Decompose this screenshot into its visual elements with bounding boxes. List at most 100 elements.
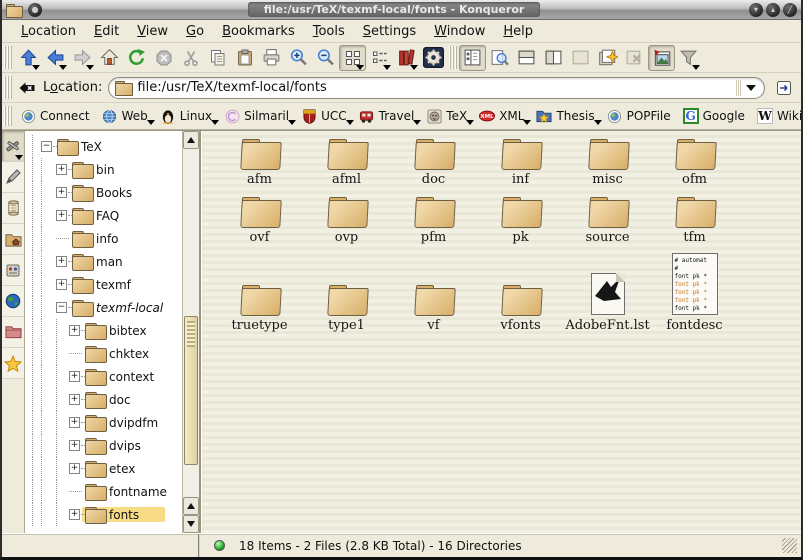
bookmark-thesis[interactable]: Thesis	[531, 106, 601, 126]
expand-icon[interactable]: +	[69, 509, 80, 520]
tree-item-books[interactable]: +Books	[25, 181, 182, 204]
expand-icon[interactable]: +	[56, 210, 67, 221]
sidebar-bookmark-star-button[interactable]	[2, 348, 24, 379]
menu-go[interactable]: Go	[177, 22, 213, 41]
tree-item-etex[interactable]: +etex	[25, 457, 182, 480]
bookmark-travel[interactable]: Travel	[354, 106, 422, 126]
tree-item-fontname[interactable]: fontname	[25, 480, 182, 503]
expand-icon[interactable]: +	[69, 463, 80, 474]
maximize-button[interactable]: ▴	[766, 3, 780, 17]
toolbar-handle[interactable]	[4, 76, 12, 99]
sidebar-toggle-button[interactable]	[459, 45, 486, 71]
bookmarks-books-button[interactable]	[393, 45, 420, 71]
folder-type1[interactable]: type1	[303, 285, 390, 333]
find-file-button[interactable]	[486, 45, 513, 71]
menu-edit[interactable]: Edit	[85, 22, 128, 41]
location-value[interactable]: file:/usr/TeX/texmf-local/fonts	[137, 80, 732, 95]
expand-icon[interactable]: +	[69, 371, 80, 382]
tree-item-dvips[interactable]: +dvips	[25, 434, 182, 457]
expand-icon[interactable]: +	[69, 417, 80, 428]
tree-item-man[interactable]: +man	[25, 250, 182, 273]
menu-location[interactable]: Location	[12, 22, 85, 41]
expand-icon[interactable]: +	[56, 256, 67, 267]
folder-inf[interactable]: inf	[477, 139, 564, 187]
file-fontdesc[interactable]: # automat # font pk * font pk * font pk …	[651, 253, 738, 333]
toolbar-handle[interactable]	[4, 46, 12, 69]
tree-item-dvipdfm[interactable]: +dvipdfm	[25, 411, 182, 434]
zoom-out-button[interactable]	[312, 45, 339, 71]
tree-item-chktex[interactable]: chktex	[25, 342, 182, 365]
sidebar-home-button[interactable]	[2, 224, 24, 255]
tree-item-faq[interactable]: +FAQ	[25, 204, 182, 227]
folder-tfm[interactable]: tfm	[651, 197, 738, 245]
reload-button[interactable]	[123, 45, 150, 71]
expand-icon[interactable]: +	[69, 440, 80, 451]
zoom-in-button[interactable]	[285, 45, 312, 71]
menu-view[interactable]: View	[128, 22, 177, 41]
tree-item-bin[interactable]: +bin	[25, 158, 182, 181]
bookmark-web[interactable]: Web	[97, 106, 155, 126]
folder-source[interactable]: source	[564, 197, 651, 245]
split-top-bottom-button[interactable]	[513, 45, 540, 71]
folder-afm[interactable]: afm	[216, 139, 303, 187]
file-adobefnt[interactable]: AdobeFnt.lst	[564, 273, 651, 333]
folder-ovp[interactable]: ovp	[303, 197, 390, 245]
sidebar-history-button[interactable]	[2, 193, 24, 224]
folder-vf[interactable]: vf	[390, 285, 477, 333]
file-icon-view[interactable]: afm afml doc inf misc ofm ovf ovp pfm pk…	[201, 131, 801, 533]
toolbar-handle[interactable]	[4, 106, 12, 126]
bookmark-google[interactable]: GGoogle	[678, 106, 752, 126]
window-folder-icon[interactable]	[6, 4, 21, 16]
expand-icon[interactable]: +	[69, 394, 80, 405]
bookmark-connect[interactable]: Connect	[15, 106, 97, 126]
folder-pk[interactable]: pk	[477, 197, 564, 245]
tree-item-fonts-selected[interactable]: +fonts	[25, 503, 182, 526]
close-button[interactable]: ╱	[783, 3, 797, 17]
filter-button[interactable]	[675, 45, 702, 71]
combo-dropdown-icon[interactable]	[746, 85, 756, 91]
collapse-icon[interactable]: −	[41, 141, 52, 152]
expand-icon[interactable]: +	[56, 164, 67, 175]
image-preview-button[interactable]	[648, 45, 675, 71]
go-button[interactable]	[771, 75, 797, 101]
folder-pfm[interactable]: pfm	[390, 197, 477, 245]
icon-view-button[interactable]	[339, 45, 366, 71]
menu-help[interactable]: Help	[494, 22, 542, 41]
clear-location-button[interactable]	[15, 75, 39, 101]
sidebar-config-button[interactable]	[2, 131, 24, 162]
tree-item-texmf-local[interactable]: −texmf-local	[25, 296, 182, 319]
expand-icon[interactable]: +	[56, 187, 67, 198]
bookmark-wikipedia[interactable]: WWikipedia	[752, 106, 803, 126]
new-tab-button[interactable]	[594, 45, 621, 71]
expand-icon[interactable]: +	[56, 279, 67, 290]
folder-misc[interactable]: misc	[564, 139, 651, 187]
sidebar-network-button[interactable]	[2, 286, 24, 317]
scroll-up-button[interactable]	[183, 131, 199, 149]
bookmark-tex[interactable]: TeX	[421, 106, 474, 126]
tree-item-texmf[interactable]: +texmf	[25, 273, 182, 296]
menu-settings[interactable]: Settings	[354, 22, 425, 41]
home-button[interactable]	[96, 45, 123, 71]
print-button[interactable]	[258, 45, 285, 71]
folder-ofm[interactable]: ofm	[651, 139, 738, 187]
minimize-button[interactable]: ▾	[749, 3, 763, 17]
folder-ovf[interactable]: ovf	[216, 197, 303, 245]
sidebar-services-button[interactable]	[2, 255, 24, 286]
scrollbar-thumb[interactable]	[184, 316, 198, 465]
paste-button[interactable]	[231, 45, 258, 71]
close-tab-button[interactable]	[621, 45, 648, 71]
konqueror-gear-button[interactable]	[420, 45, 447, 71]
bookmark-linux[interactable]: Linux	[155, 106, 219, 126]
folder-truetype[interactable]: truetype	[216, 285, 303, 333]
sidebar-bookmarks-pen-button[interactable]	[2, 162, 24, 193]
tree-item-doc[interactable]: +doc	[25, 388, 182, 411]
expand-icon[interactable]: +	[69, 325, 80, 336]
sidebar-root-button[interactable]	[2, 317, 24, 348]
bookmark-silmaril[interactable]: Silmaril	[219, 106, 296, 126]
location-input[interactable]: file:/usr/TeX/texmf-local/fonts	[108, 77, 765, 99]
split-left-right-button[interactable]	[540, 45, 567, 71]
scroll-up-button-2[interactable]	[183, 497, 199, 515]
remove-view-button[interactable]	[567, 45, 594, 71]
tree-item-tex[interactable]: −TeX	[25, 135, 182, 158]
sticky-button[interactable]: ●	[28, 3, 42, 17]
